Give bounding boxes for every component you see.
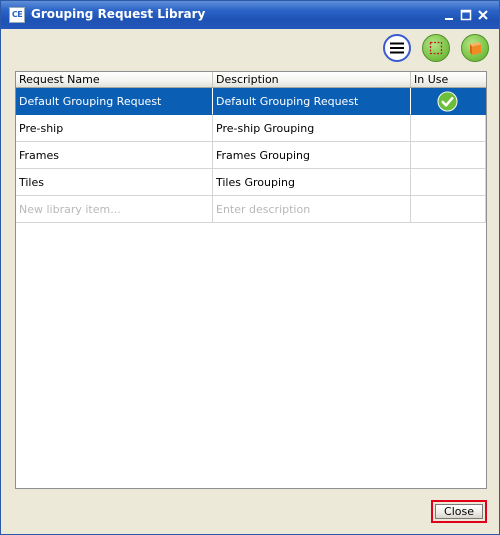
new-item-row[interactable]: New library item... Enter description bbox=[16, 196, 486, 223]
window-title: Grouping Request Library bbox=[31, 7, 206, 21]
description-cell[interactable]: Frames Grouping bbox=[213, 142, 411, 169]
title-bar[interactable]: CE Grouping Request Library bbox=[1, 1, 499, 29]
in-use-cell[interactable] bbox=[411, 88, 486, 115]
close-icon[interactable] bbox=[476, 8, 490, 22]
in-use-cell[interactable] bbox=[411, 115, 486, 142]
column-header-in-use[interactable]: In Use bbox=[411, 72, 486, 87]
table-row[interactable]: Default Grouping Request Default Groupin… bbox=[16, 88, 486, 115]
in-use-cell[interactable] bbox=[411, 142, 486, 169]
library-table: Request Name Description In Use Default … bbox=[15, 71, 487, 489]
dialog-window: CE Grouping Request Library Request Name… bbox=[0, 0, 500, 535]
close-button-highlight: Close bbox=[431, 500, 487, 523]
box-button[interactable] bbox=[461, 34, 489, 62]
new-item-in-use-cell[interactable] bbox=[411, 196, 486, 223]
request-name-cell[interactable]: Frames bbox=[16, 142, 213, 169]
select-region-button[interactable] bbox=[422, 34, 450, 62]
request-name-cell[interactable]: Pre-ship bbox=[16, 115, 213, 142]
check-icon bbox=[437, 91, 458, 112]
new-item-name-field[interactable]: New library item... bbox=[16, 196, 213, 223]
app-icon: CE bbox=[9, 7, 25, 23]
box-icon bbox=[470, 42, 481, 55]
table-header: Request Name Description In Use bbox=[16, 72, 486, 88]
table-row[interactable]: Pre-ship Pre-ship Grouping bbox=[16, 115, 486, 142]
column-header-request-name[interactable]: Request Name bbox=[16, 72, 213, 87]
description-cell[interactable]: Pre-ship Grouping bbox=[213, 115, 411, 142]
menu-button[interactable] bbox=[383, 34, 411, 62]
description-cell[interactable]: Default Grouping Request bbox=[213, 88, 411, 115]
menu-icon bbox=[390, 42, 404, 54]
request-name-cell[interactable]: Default Grouping Request bbox=[16, 88, 213, 115]
close-button[interactable]: Close bbox=[435, 504, 483, 519]
table-row[interactable]: Tiles Tiles Grouping bbox=[16, 169, 486, 196]
select-region-icon bbox=[429, 41, 443, 55]
minimize-icon[interactable] bbox=[442, 8, 456, 22]
table-row[interactable]: Frames Frames Grouping bbox=[16, 142, 486, 169]
column-header-description[interactable]: Description bbox=[213, 72, 411, 87]
description-cell[interactable]: Tiles Grouping bbox=[213, 169, 411, 196]
maximize-icon[interactable] bbox=[459, 8, 473, 22]
in-use-cell[interactable] bbox=[411, 169, 486, 196]
new-item-description-field[interactable]: Enter description bbox=[213, 196, 411, 223]
request-name-cell[interactable]: Tiles bbox=[16, 169, 213, 196]
